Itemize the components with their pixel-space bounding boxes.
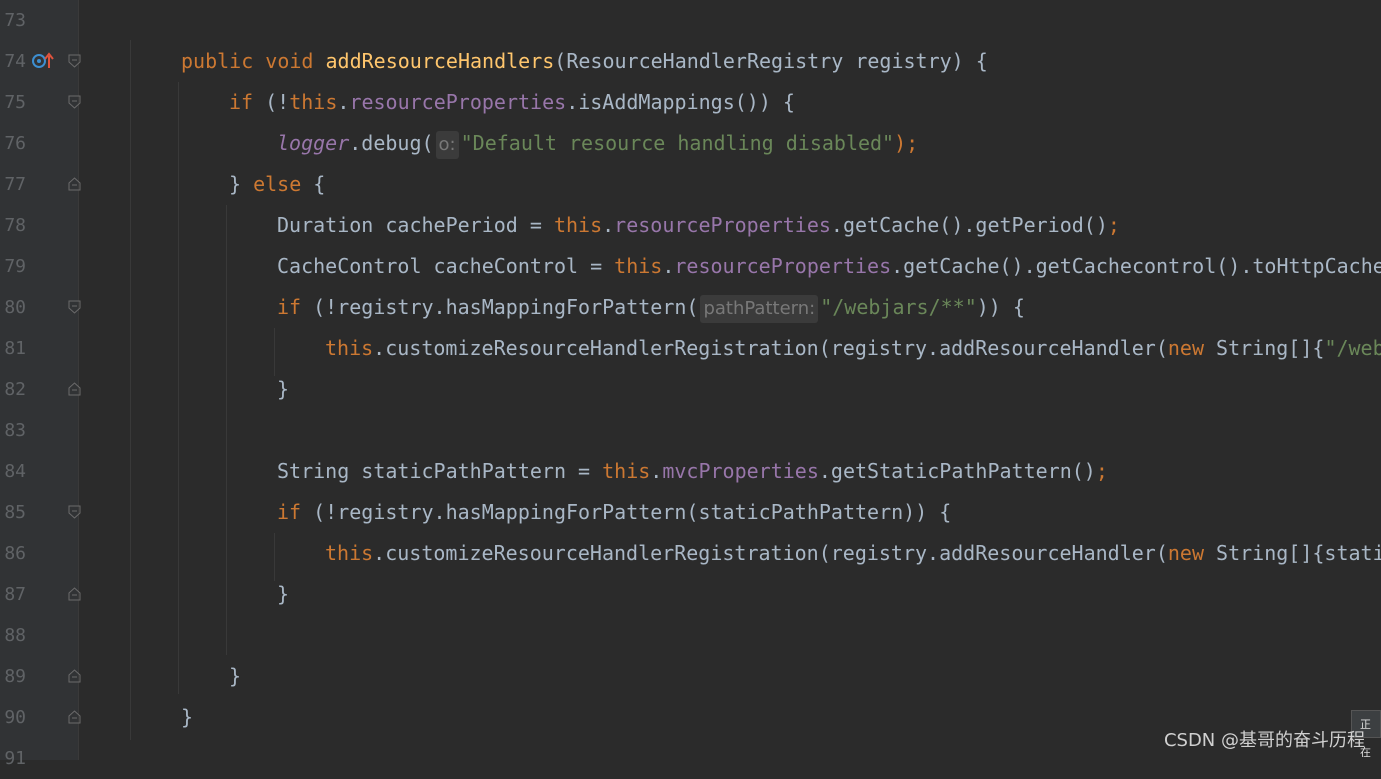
line-number: 85 [4,502,26,523]
line-number: 75 [4,92,26,113]
fold-collapse-icon[interactable] [68,505,81,519]
line-number: 88 [4,625,26,646]
override-method-icon[interactable] [32,52,54,70]
code-line: 78 Duration cachePeriod = this.resourceP… [0,205,1381,246]
line-number: 77 [4,174,26,195]
code-text[interactable]: } [277,574,289,615]
line-number: 83 [4,420,26,441]
line-number: 74 [4,51,26,72]
parameter-hint: pathPattern: [700,294,819,323]
fold-end-icon[interactable] [68,382,81,396]
code-line: 83 [0,410,1381,451]
code-line: 87 } [0,574,1381,615]
fold-collapse-icon[interactable] [68,95,81,109]
fold-end-icon[interactable] [68,710,81,724]
code-line: 82 } [0,369,1381,410]
code-line: 77 } else { [0,164,1381,205]
code-text[interactable]: if (!registry.hasMappingForPattern(stati… [277,492,951,533]
code-line: 86 this.customizeResourceHandlerRegistra… [0,533,1381,574]
line-number: 79 [4,256,26,277]
line-number: 82 [4,379,26,400]
line-number: 90 [4,707,26,728]
line-number: 89 [4,666,26,687]
code-line: 74 public void addResourceHandlers(Resou… [0,41,1381,82]
watermark: CSDN @基哥的奋斗历程 [1163,730,1365,751]
fold-end-icon[interactable] [68,177,81,191]
code-text[interactable]: this.customizeResourceHandlerRegistratio… [325,328,1381,369]
line-number: 73 [4,10,26,31]
code-text[interactable]: if (!this.resourceProperties.isAddMappin… [229,82,795,123]
line-number: 76 [4,133,26,154]
line-number: 78 [4,215,26,236]
code-line: 76 logger.debug(o: "Default resource hand… [0,123,1381,164]
line-number: 91 [4,748,26,769]
code-line: 80 if (!registry.hasMappingForPattern(pa… [0,287,1381,328]
code-text[interactable]: public void addResourceHandlers(Resource… [181,41,988,82]
code-line: 81 this.customizeResourceHandlerRegistra… [0,328,1381,369]
code-text[interactable]: Duration cachePeriod = this.resourceProp… [277,205,1120,246]
code-line: 88 [0,615,1381,656]
line-number: 81 [4,338,26,359]
parameter-hint: o: [435,130,459,159]
code-line: 79 CacheControl cacheControl = this.reso… [0,246,1381,287]
code-text[interactable]: } [277,369,289,410]
code-text[interactable]: CacheControl cacheControl = this.resourc… [277,246,1381,287]
line-number: 84 [4,461,26,482]
code-line: 75 if (!this.resourceProperties.isAddMap… [0,82,1381,123]
code-text[interactable]: if (!registry.hasMappingForPattern(pathP… [277,287,1025,328]
fold-end-icon[interactable] [68,587,81,601]
line-number: 87 [4,584,26,605]
fold-collapse-icon[interactable] [68,54,81,68]
code-text[interactable]: String staticPathPattern = this.mvcPrope… [277,451,1108,492]
code-text[interactable]: } [229,656,241,697]
line-number: 80 [4,297,26,318]
code-line: 89 } [0,656,1381,697]
code-text[interactable]: } else { [229,164,325,205]
line-number: 86 [4,543,26,564]
code-line: 73 [0,0,1381,41]
code-line: 84 String staticPathPattern = this.mvcPr… [0,451,1381,492]
fold-end-icon[interactable] [68,669,81,683]
code-line: 85 if (!registry.hasMappingForPattern(st… [0,492,1381,533]
code-text[interactable]: this.customizeResourceHandlerRegistratio… [325,533,1381,574]
code-text[interactable]: } [181,697,193,738]
fold-collapse-icon[interactable] [68,300,81,314]
code-text[interactable]: logger.debug(o: "Default resource handlin… [277,123,918,164]
